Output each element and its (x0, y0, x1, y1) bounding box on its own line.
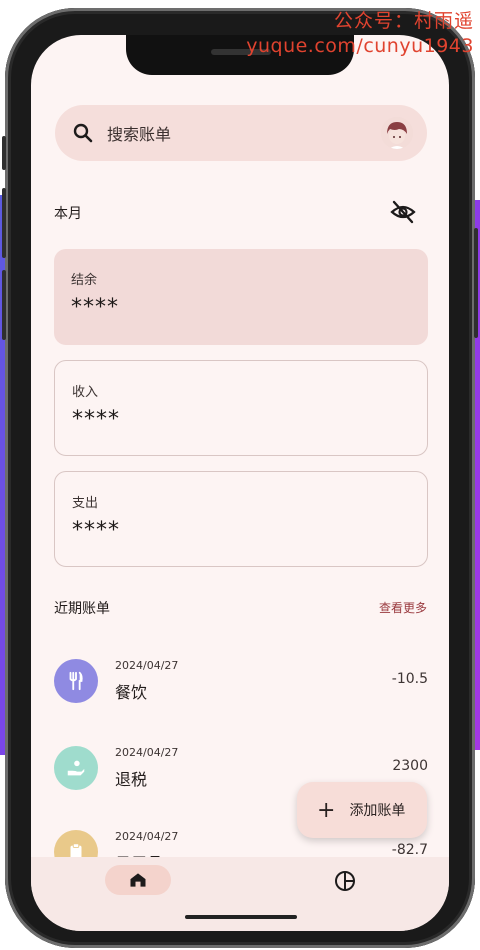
home-indicator (185, 915, 297, 919)
search-bar[interactable]: 搜索账单 (55, 105, 427, 161)
volume-down-button (2, 270, 6, 340)
fork-knife-icon (54, 659, 98, 703)
eye-off-icon[interactable] (389, 198, 417, 226)
avatar-icon (381, 117, 413, 149)
search-placeholder: 搜索账单 (107, 125, 172, 144)
bill-category: 餐饮 (115, 683, 148, 702)
nav-home[interactable] (105, 865, 171, 895)
watermark-line-2: yuque.com/cunyu1943 (246, 35, 474, 57)
balance-card[interactable]: 结余 **** (54, 249, 428, 345)
recent-bills-title: 近期账单 (54, 601, 110, 617)
pie-chart-icon[interactable] (333, 869, 357, 893)
mute-switch (2, 136, 6, 170)
income-label: 收入 (72, 385, 99, 400)
search-icon (73, 123, 93, 143)
volume-up-button (2, 188, 6, 258)
expense-card[interactable]: 支出 **** (54, 471, 428, 567)
period-label: 本月 (54, 206, 82, 222)
bill-amount: 2300 (392, 758, 428, 774)
add-bill-button[interactable]: + 添加账单 (297, 782, 427, 838)
income-card[interactable]: 收入 **** (54, 360, 428, 456)
watermark-line-1: 公众号：村雨遥 (333, 10, 474, 32)
watermark: 公众号：村雨遥 yuque.com/cunyu1943 (246, 6, 474, 57)
income-value: **** (72, 407, 120, 432)
bill-amount: -10.5 (391, 671, 428, 687)
view-more-link[interactable]: 查看更多 (379, 599, 427, 616)
home-icon (130, 873, 146, 887)
add-bill-label: 添加账单 (349, 803, 406, 819)
balance-label: 结余 (71, 273, 98, 288)
bill-date: 2024/04/27 (115, 830, 179, 843)
balance-value: **** (71, 295, 119, 320)
expense-label: 支出 (72, 496, 99, 511)
plus-icon: + (317, 797, 336, 823)
bill-date: 2024/04/27 (115, 659, 179, 672)
bill-date: 2024/04/27 (115, 746, 179, 759)
phone-frame: 搜索账单 本月 结余 **** 收入 **** 支出 **** 近期账单 查看更… (2, 8, 478, 948)
avatar[interactable] (381, 117, 413, 149)
bill-category: 退税 (115, 770, 148, 789)
expense-value: **** (72, 518, 120, 543)
bill-amount: -82.7 (391, 842, 428, 858)
hand-coin-icon (54, 746, 98, 790)
app-screen: 搜索账单 本月 结余 **** 收入 **** 支出 **** 近期账单 查看更… (31, 35, 449, 931)
bottom-navigation (31, 857, 449, 931)
bill-item[interactable]: 2024/04/27 餐饮 -10.5 (54, 659, 428, 719)
power-button (474, 228, 478, 338)
